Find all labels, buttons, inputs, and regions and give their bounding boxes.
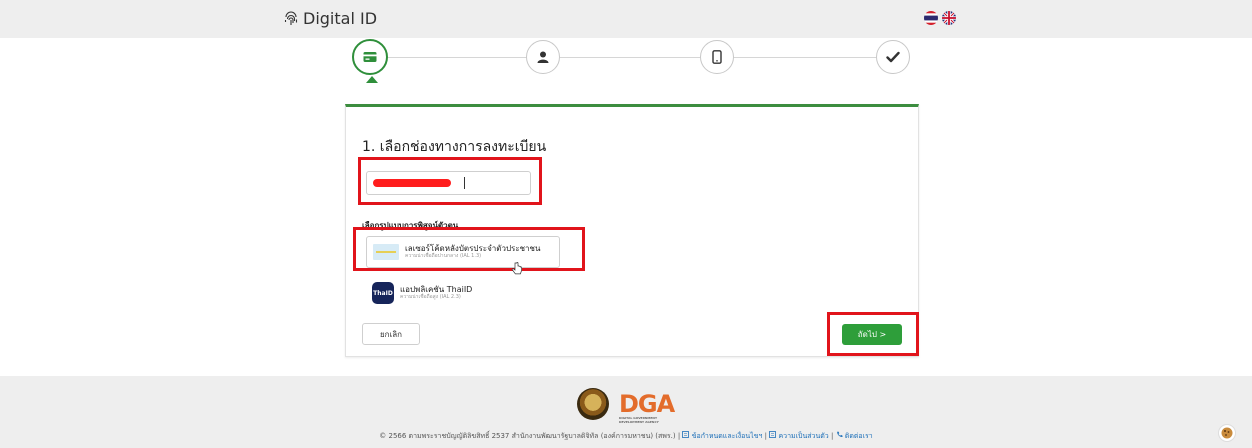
id-card-icon — [363, 52, 377, 62]
thai-flag-icon[interactable] — [924, 11, 938, 25]
government-seal-icon — [577, 388, 609, 420]
separator: | — [830, 432, 834, 440]
contact-link-label: ติดต่อเรา — [844, 432, 873, 440]
next-button[interactable]: ถัดไป > — [842, 324, 902, 345]
thaid-icon-text: ThaID — [373, 289, 393, 297]
stepper-line — [387, 57, 894, 58]
step-1-id-card — [352, 39, 388, 75]
registration-card: 1. เลือกช่องทางการลงทะเบียน เลือกรูปแบบก… — [345, 104, 919, 357]
page-title: 1. เลือกช่องทางการลงทะเบียน — [362, 139, 547, 155]
thaid-app-icon: ThaID — [372, 282, 394, 304]
active-step-caret-icon — [366, 76, 378, 83]
language-switcher — [924, 11, 956, 25]
hand-pointer-cursor-icon — [511, 262, 522, 275]
dga-logo: DGA DIGITAL GOVERNMENT DEVELOPMENT AGENC… — [619, 390, 675, 424]
method-text: เลเซอร์โค้ดหลังบัตรประจำตัวประชาชน ความน… — [405, 244, 540, 259]
step-3-mobile — [700, 40, 734, 74]
contact-link[interactable]: ติดต่อเรา — [836, 431, 873, 440]
fingerprint-icon — [284, 11, 298, 25]
method-text: แอปพลิเคชัน ThaiID ความน่าเชื่อถือสูง (I… — [400, 285, 472, 300]
terms-link-label: ข้อกำหนดและเงื่อนไขฯ — [691, 432, 763, 440]
cookie-icon — [1221, 427, 1233, 439]
mobile-icon — [712, 50, 722, 64]
separator: | — [764, 432, 767, 440]
top-bar: Digital ID — [0, 0, 1252, 38]
terms-link[interactable]: ข้อกำหนดและเงื่อนไขฯ — [682, 431, 764, 440]
registration-stepper — [352, 38, 912, 88]
phone-icon — [836, 431, 843, 438]
redacted-value — [373, 179, 451, 187]
method-option-laser-code[interactable]: เลเซอร์โค้ดหลังบัตรประจำตัวประชาชน ความน… — [366, 236, 560, 268]
dga-logo-subtitle: DIGITAL GOVERNMENT DEVELOPMENT AGENCY — [619, 416, 659, 424]
check-icon — [886, 51, 900, 63]
step-4-complete — [876, 40, 910, 74]
uk-flag-icon[interactable] — [942, 11, 956, 25]
brand-name: Digital ID — [303, 9, 378, 28]
privacy-link[interactable]: ความเป็นส่วนตัว — [769, 431, 831, 440]
id-card-icon — [373, 244, 399, 260]
footer: DGA DIGITAL GOVERNMENT DEVELOPMENT AGENC… — [0, 376, 1252, 448]
footer-logos: DGA DIGITAL GOVERNMENT DEVELOPMENT AGENC… — [577, 388, 675, 424]
footer-links: © 2566 ตามพระราชบัญญัติลิขสิทธิ์ 2537 สำ… — [0, 431, 1252, 442]
document-icon — [769, 431, 777, 438]
text-caret — [464, 177, 465, 189]
registration-channel-input[interactable] — [366, 171, 531, 195]
step-2-user — [526, 40, 560, 74]
document-icon — [682, 431, 690, 438]
cookie-settings-button[interactable] — [1218, 424, 1236, 442]
method-level: ความน่าเชื่อถือสูง (IAL 2.3) — [400, 293, 461, 300]
cancel-button[interactable]: ยกเลิก — [362, 323, 420, 345]
method-option-thaid-app[interactable]: ThaID แอปพลิเคชัน ThaiID ความน่าเชื่อถือ… — [372, 277, 572, 309]
brand[interactable]: Digital ID — [283, 9, 377, 28]
method-level: ความน่าเชื่อถือปานกลาง (IAL 1.3) — [405, 252, 482, 259]
copyright-text: © 2566 ตามพระราชบัญญัติลิขสิทธิ์ 2537 สำ… — [379, 432, 681, 440]
user-icon — [537, 51, 549, 63]
dga-logo-text: DGA — [619, 390, 675, 418]
privacy-link-label: ความเป็นส่วนตัว — [778, 432, 829, 440]
